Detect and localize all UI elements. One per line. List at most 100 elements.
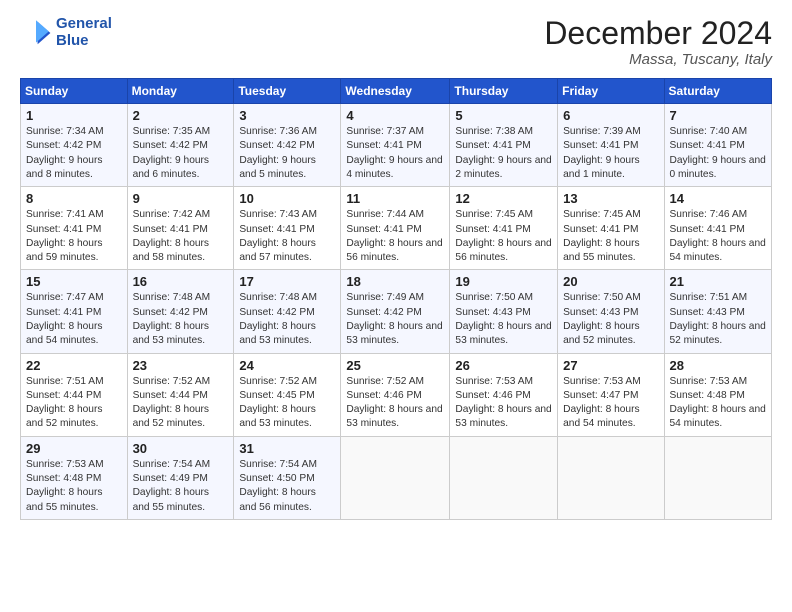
- location: Massa, Tuscany, Italy: [544, 51, 772, 68]
- day-number: 6: [563, 108, 658, 123]
- day-number: 23: [133, 358, 229, 373]
- month-title: December 2024: [544, 16, 772, 51]
- weekday-header-friday: Friday: [558, 79, 664, 104]
- logo: General Blue: [20, 16, 112, 49]
- calendar-cell: 13 Sunrise: 7:45 AMSunset: 4:41 PMDayligh…: [558, 187, 664, 270]
- calendar-cell: 23 Sunrise: 7:52 AMSunset: 4:44 PMDayligh…: [127, 353, 234, 436]
- day-number: 16: [133, 274, 229, 289]
- calendar-cell: [664, 436, 771, 519]
- day-info: Sunrise: 7:36 AMSunset: 4:42 PMDaylight:…: [239, 125, 335, 182]
- day-info: Sunrise: 7:42 AMSunset: 4:41 PMDaylight:…: [133, 208, 229, 265]
- calendar-week-5: 29 Sunrise: 7:53 AMSunset: 4:48 PMDayligh…: [21, 436, 772, 519]
- day-info: Sunrise: 7:52 AMSunset: 4:44 PMDaylight:…: [133, 375, 229, 432]
- calendar-cell: 18 Sunrise: 7:49 AMSunset: 4:42 PMDayligh…: [341, 270, 450, 353]
- day-info: Sunrise: 7:46 AMSunset: 4:41 PMDaylight:…: [670, 208, 766, 265]
- calendar-cell: 25Sunrise: 7:52 AMSunset: 4:46 PMDayligh…: [341, 353, 450, 436]
- day-info: Sunrise: 7:45 AMSunset: 4:41 PMDaylight:…: [563, 208, 658, 265]
- day-info: Sunrise: 7:51 AMSunset: 4:43 PMDaylight:…: [670, 291, 766, 348]
- day-number: 8: [26, 191, 122, 206]
- day-number: 18: [346, 274, 444, 289]
- day-info: Sunrise: 7:51 AMSunset: 4:44 PMDaylight:…: [26, 375, 122, 432]
- day-number: 17: [239, 274, 335, 289]
- day-info: Sunrise: 7:53 AMSunset: 4:48 PMDaylight:…: [26, 458, 122, 515]
- day-info: Sunrise: 7:49 AMSunset: 4:42 PMDaylight:…: [346, 291, 444, 348]
- calendar-cell: [341, 436, 450, 519]
- calendar-cell: 9 Sunrise: 7:42 AMSunset: 4:41 PMDaylight…: [127, 187, 234, 270]
- day-number: 7: [670, 108, 766, 123]
- day-info: Sunrise: 7:48 AMSunset: 4:42 PMDaylight:…: [239, 291, 335, 348]
- day-number: 26: [455, 358, 552, 373]
- day-info: Sunrise: 7:53 AMSunset: 4:46 PMDaylight:…: [455, 375, 552, 432]
- day-info: Sunrise: 7:34 AMSunset: 4:42 PMDaylight:…: [26, 125, 122, 182]
- calendar-cell: 8 Sunrise: 7:41 AMSunset: 4:41 PMDaylight…: [21, 187, 128, 270]
- day-info: Sunrise: 7:45 AMSunset: 4:41 PMDaylight:…: [455, 208, 552, 265]
- day-number: 14: [670, 191, 766, 206]
- day-number: 4: [346, 108, 444, 123]
- day-info: Sunrise: 7:53 AMSunset: 4:47 PMDaylight:…: [563, 375, 658, 432]
- calendar-cell: 31 Sunrise: 7:54 AMSunset: 4:50 PMDayligh…: [234, 436, 341, 519]
- page: General Blue December 2024 Massa, Tuscan…: [0, 0, 792, 612]
- weekday-header-tuesday: Tuesday: [234, 79, 341, 104]
- day-number: 29: [26, 441, 122, 456]
- day-info: Sunrise: 7:44 AMSunset: 4:41 PMDaylight:…: [346, 208, 444, 265]
- calendar-cell: [450, 436, 558, 519]
- calendar-week-3: 15 Sunrise: 7:47 AMSunset: 4:41 PMDayligh…: [21, 270, 772, 353]
- day-info: Sunrise: 7:39 AMSunset: 4:41 PMDaylight:…: [563, 125, 658, 182]
- weekday-header-monday: Monday: [127, 79, 234, 104]
- day-info: Sunrise: 7:52 AMSunset: 4:45 PMDaylight:…: [239, 375, 335, 432]
- logo-icon: [20, 17, 52, 49]
- calendar-cell: 17 Sunrise: 7:48 AMSunset: 4:42 PMDayligh…: [234, 270, 341, 353]
- day-number: 15: [26, 274, 122, 289]
- calendar-cell: 5 Sunrise: 7:38 AMSunset: 4:41 PMDaylight…: [450, 104, 558, 187]
- calendar-cell: 29 Sunrise: 7:53 AMSunset: 4:48 PMDayligh…: [21, 436, 128, 519]
- day-info: Sunrise: 7:43 AMSunset: 4:41 PMDaylight:…: [239, 208, 335, 265]
- calendar-cell: 12Sunrise: 7:45 AMSunset: 4:41 PMDayligh…: [450, 187, 558, 270]
- calendar-cell: 16 Sunrise: 7:48 AMSunset: 4:42 PMDayligh…: [127, 270, 234, 353]
- logo-text: General Blue: [56, 16, 112, 49]
- calendar-cell: 2Sunrise: 7:35 AMSunset: 4:42 PMDaylight…: [127, 104, 234, 187]
- day-number: 9: [133, 191, 229, 206]
- weekday-row: SundayMondayTuesdayWednesdayThursdayFrid…: [21, 79, 772, 104]
- calendar-week-2: 8 Sunrise: 7:41 AMSunset: 4:41 PMDaylight…: [21, 187, 772, 270]
- calendar-cell: 28Sunrise: 7:53 AMSunset: 4:48 PMDayligh…: [664, 353, 771, 436]
- day-number: 31: [239, 441, 335, 456]
- day-info: Sunrise: 7:47 AMSunset: 4:41 PMDaylight:…: [26, 291, 122, 348]
- day-number: 13: [563, 191, 658, 206]
- day-number: 21: [670, 274, 766, 289]
- weekday-header-sunday: Sunday: [21, 79, 128, 104]
- calendar-cell: 1 Sunrise: 7:34 AMSunset: 4:42 PMDaylight…: [21, 104, 128, 187]
- calendar-week-1: 1 Sunrise: 7:34 AMSunset: 4:42 PMDaylight…: [21, 104, 772, 187]
- calendar-cell: 10 Sunrise: 7:43 AMSunset: 4:41 PMDayligh…: [234, 187, 341, 270]
- title-block: December 2024 Massa, Tuscany, Italy: [544, 16, 772, 68]
- calendar-cell: 3 Sunrise: 7:36 AMSunset: 4:42 PMDaylight…: [234, 104, 341, 187]
- day-info: Sunrise: 7:41 AMSunset: 4:41 PMDaylight:…: [26, 208, 122, 265]
- calendar-cell: 20 Sunrise: 7:50 AMSunset: 4:43 PMDayligh…: [558, 270, 664, 353]
- calendar-week-4: 22 Sunrise: 7:51 AMSunset: 4:44 PMDayligh…: [21, 353, 772, 436]
- day-number: 19: [455, 274, 552, 289]
- day-number: 28: [670, 358, 766, 373]
- calendar-header: SundayMondayTuesdayWednesdayThursdayFrid…: [21, 79, 772, 104]
- calendar-cell: 15 Sunrise: 7:47 AMSunset: 4:41 PMDayligh…: [21, 270, 128, 353]
- day-number: 1: [26, 108, 122, 123]
- day-info: Sunrise: 7:35 AMSunset: 4:42 PMDaylight:…: [133, 125, 229, 182]
- day-info: Sunrise: 7:37 AMSunset: 4:41 PMDaylight:…: [346, 125, 444, 182]
- day-info: Sunrise: 7:54 AMSunset: 4:49 PMDaylight:…: [133, 458, 229, 515]
- day-number: 3: [239, 108, 335, 123]
- day-number: 5: [455, 108, 552, 123]
- calendar-cell: 27Sunrise: 7:53 AMSunset: 4:47 PMDayligh…: [558, 353, 664, 436]
- day-info: Sunrise: 7:50 AMSunset: 4:43 PMDaylight:…: [563, 291, 658, 348]
- calendar-cell: 19Sunrise: 7:50 AMSunset: 4:43 PMDayligh…: [450, 270, 558, 353]
- calendar-cell: 21 Sunrise: 7:51 AMSunset: 4:43 PMDayligh…: [664, 270, 771, 353]
- weekday-header-thursday: Thursday: [450, 79, 558, 104]
- day-number: 10: [239, 191, 335, 206]
- day-info: Sunrise: 7:52 AMSunset: 4:46 PMDaylight:…: [346, 375, 444, 432]
- calendar-cell: 4 Sunrise: 7:37 AMSunset: 4:41 PMDaylight…: [341, 104, 450, 187]
- calendar-cell: 30Sunrise: 7:54 AMSunset: 4:49 PMDayligh…: [127, 436, 234, 519]
- day-info: Sunrise: 7:38 AMSunset: 4:41 PMDaylight:…: [455, 125, 552, 182]
- day-number: 22: [26, 358, 122, 373]
- calendar-body: 1 Sunrise: 7:34 AMSunset: 4:42 PMDaylight…: [21, 104, 772, 520]
- day-info: Sunrise: 7:54 AMSunset: 4:50 PMDaylight:…: [239, 458, 335, 515]
- day-number: 20: [563, 274, 658, 289]
- calendar-cell: 14 Sunrise: 7:46 AMSunset: 4:41 PMDayligh…: [664, 187, 771, 270]
- day-info: Sunrise: 7:48 AMSunset: 4:42 PMDaylight:…: [133, 291, 229, 348]
